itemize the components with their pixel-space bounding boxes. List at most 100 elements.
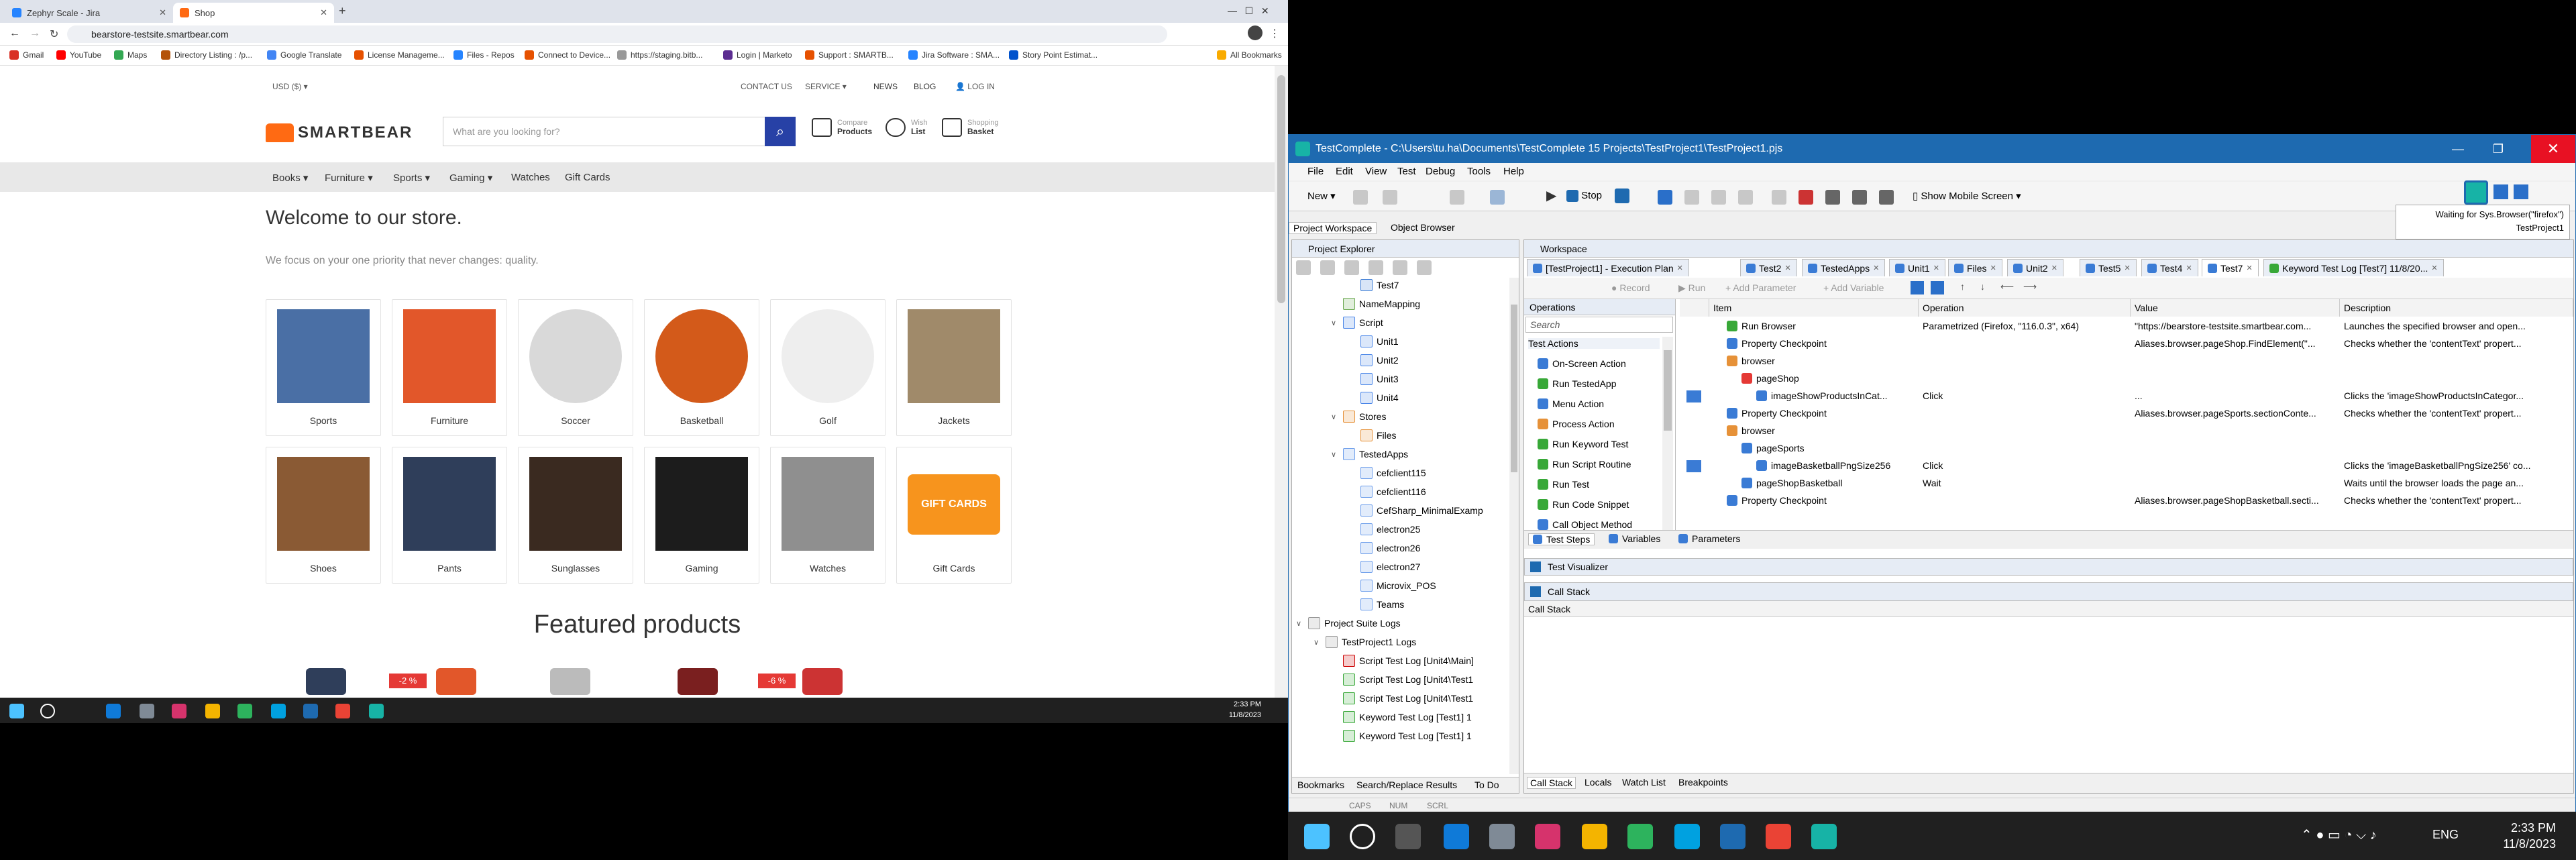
tree-item[interactable]: Unit4 bbox=[1348, 392, 1399, 404]
tree-item[interactable]: electron27 bbox=[1348, 561, 1420, 573]
tree-item[interactable]: electron26 bbox=[1348, 542, 1420, 554]
pause-icon[interactable] bbox=[2493, 184, 2508, 199]
step-icon[interactable] bbox=[1684, 190, 1699, 205]
close-icon[interactable]: ✕ bbox=[159, 7, 166, 18]
back-icon[interactable]: ← bbox=[9, 28, 20, 40]
add-variable-button[interactable]: + Add Variable bbox=[1823, 282, 1884, 293]
category-card[interactable]: Watches bbox=[770, 447, 885, 584]
skype-icon[interactable] bbox=[1674, 824, 1700, 849]
menu-icon[interactable]: ⋮ bbox=[1269, 27, 1280, 40]
app-icon[interactable] bbox=[1627, 824, 1653, 849]
category-card[interactable]: Basketball bbox=[644, 299, 759, 436]
tab-todo[interactable]: To Do bbox=[1474, 780, 1499, 790]
menu-view[interactable]: View bbox=[1365, 166, 1387, 177]
tool-icon[interactable] bbox=[1393, 260, 1407, 275]
operation-item[interactable]: On-Screen Action bbox=[1538, 358, 1626, 369]
document-tab[interactable]: TestedApps ✕ bbox=[1802, 259, 1886, 276]
indent-icon[interactable]: ⟶ bbox=[2023, 281, 2037, 292]
col-operation[interactable]: Operation bbox=[1919, 299, 2131, 317]
search-input[interactable]: What are you looking for? bbox=[443, 117, 796, 146]
spy-icon[interactable] bbox=[1825, 190, 1840, 205]
tree-item[interactable]: Teams bbox=[1348, 598, 1404, 610]
currency-select[interactable]: USD ($) ▾ bbox=[272, 82, 308, 91]
test-visualizer-bar[interactable]: Test Visualizer bbox=[1524, 558, 2573, 576]
tab-object-browser[interactable]: Object Browser bbox=[1387, 222, 1459, 233]
app-icon[interactable] bbox=[303, 704, 318, 718]
category-card[interactable]: Soccer bbox=[518, 299, 633, 436]
bookmark-item[interactable]: https://staging.bitb... bbox=[617, 50, 702, 60]
close-icon[interactable]: ✕ bbox=[1873, 264, 1879, 272]
task-view-icon[interactable] bbox=[1395, 824, 1421, 849]
scroll-thumb[interactable] bbox=[1277, 75, 1285, 303]
tree-item[interactable]: cefclient115 bbox=[1348, 467, 1426, 479]
operation-item[interactable]: Call Object Method bbox=[1538, 519, 1632, 530]
bookmark-item[interactable]: Login | Marketo bbox=[723, 50, 792, 60]
document-tab[interactable]: Unit2 ✕ bbox=[2007, 259, 2063, 276]
tab-project-workspace[interactable]: Project Workspace bbox=[1289, 222, 1377, 234]
tree-toggle-icon[interactable]: ∨ bbox=[1313, 638, 1322, 647]
tree-item[interactable]: Script Test Log [Unit4\Test1 bbox=[1331, 692, 1473, 704]
reload-icon[interactable]: ↻ bbox=[50, 28, 58, 41]
app-icon[interactable] bbox=[237, 704, 252, 718]
all-bookmarks[interactable]: All Bookmarks bbox=[1217, 50, 1282, 60]
tab-shop[interactable]: Shop ✕ bbox=[173, 3, 334, 23]
tree-item[interactable]: electron25 bbox=[1348, 523, 1420, 535]
clock[interactable]: 2:33 PM 11/8/2023 bbox=[2503, 820, 2556, 852]
step-icon[interactable] bbox=[1738, 190, 1753, 205]
bookmark-item[interactable]: Connect to Device... bbox=[525, 50, 610, 60]
site-logo[interactable]: SMARTBEAR bbox=[266, 119, 413, 146]
bookmark-item[interactable]: Directory Listing : /p... bbox=[161, 50, 252, 60]
document-tab[interactable]: Test2 ✕ bbox=[1740, 259, 1797, 276]
tool-icon[interactable] bbox=[1450, 190, 1464, 205]
pause-icon[interactable] bbox=[1658, 190, 1672, 205]
service-menu[interactable]: SERVICE ▾ bbox=[805, 82, 847, 91]
explorer-icon[interactable] bbox=[205, 704, 220, 718]
product-thumb[interactable] bbox=[550, 668, 590, 695]
app-icon[interactable] bbox=[172, 704, 186, 718]
search-icon[interactable] bbox=[1350, 824, 1375, 849]
product-thumb[interactable] bbox=[802, 668, 843, 695]
close-icon[interactable]: ✕ bbox=[320, 7, 327, 18]
category-card[interactable]: GIFT CARDS Gift Cards bbox=[896, 447, 1012, 584]
wish-list[interactable]: Wish List bbox=[885, 118, 927, 137]
restore-button[interactable]: ❐ bbox=[2481, 135, 2515, 163]
language-indicator[interactable]: ENG bbox=[2432, 828, 2459, 842]
start-icon[interactable] bbox=[9, 704, 24, 718]
tree-item[interactable]: ∨ TestedApps bbox=[1331, 448, 1408, 460]
app-icon[interactable] bbox=[140, 704, 154, 718]
tool-icon[interactable] bbox=[1931, 281, 1944, 294]
bookmark-item[interactable]: YouTube bbox=[56, 50, 101, 60]
app-icon[interactable] bbox=[1535, 824, 1560, 849]
tab-variables[interactable]: Variables bbox=[1609, 533, 1660, 544]
category-card[interactable]: Sports bbox=[266, 299, 381, 436]
menu-file[interactable]: File bbox=[1307, 166, 1324, 177]
tool-icon[interactable] bbox=[1417, 260, 1432, 275]
new-button[interactable]: New ▾ bbox=[1307, 190, 1336, 202]
document-tab[interactable]: Files ✕ bbox=[1948, 259, 2002, 276]
move-up-icon[interactable]: ↑ bbox=[1960, 281, 1965, 292]
explorer-icon[interactable] bbox=[1582, 824, 1607, 849]
grid-row[interactable]: imageShowProductsInCat... Click... Clicks … bbox=[1680, 388, 2573, 405]
record-button[interactable]: ● Record bbox=[1611, 282, 1650, 293]
login-link[interactable]: 👤 LOG IN bbox=[955, 82, 995, 91]
tab-zephyr[interactable]: Zephyr Scale - Jira ✕ bbox=[5, 3, 173, 23]
tab-search-replace[interactable]: Search/Replace Results bbox=[1356, 780, 1457, 790]
show-mobile-screen-button[interactable]: ▯ Show Mobile Screen ▾ bbox=[1913, 190, 2021, 202]
chrome-icon[interactable] bbox=[335, 704, 350, 718]
compare-products[interactable]: Compare Products bbox=[812, 118, 872, 137]
tool-icon[interactable] bbox=[1911, 281, 1924, 294]
tool-icon[interactable] bbox=[1320, 260, 1335, 275]
nav-watches[interactable]: Watches bbox=[511, 172, 550, 183]
start-icon[interactable] bbox=[1304, 824, 1330, 849]
tree-item[interactable]: Keyword Test Log [Test1] 1 bbox=[1331, 730, 1472, 742]
search-button[interactable]: ⌕ bbox=[765, 117, 796, 146]
window-controls[interactable]: — ☐ ✕ bbox=[1228, 5, 1269, 17]
testcomplete-icon[interactable] bbox=[1811, 824, 1837, 849]
document-tab[interactable]: [TestProject1] - Execution Plan ✕ bbox=[1527, 259, 1689, 276]
tree-item[interactable]: ∨ Script bbox=[1331, 317, 1383, 329]
tree-item[interactable]: cefclient116 bbox=[1348, 486, 1426, 498]
close-icon[interactable]: ✕ bbox=[2051, 264, 2057, 272]
operation-item[interactable]: Menu Action bbox=[1538, 398, 1604, 409]
edge-icon[interactable] bbox=[106, 704, 121, 718]
tree-toggle-icon[interactable]: ∨ bbox=[1296, 619, 1304, 628]
